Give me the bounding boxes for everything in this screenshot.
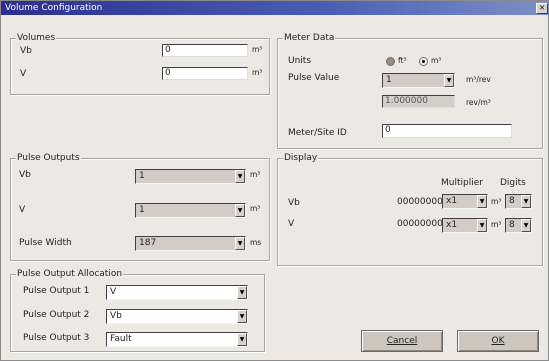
display-legend: Display — [283, 153, 319, 164]
pulse-value-label: Pulse Value — [288, 73, 340, 83]
site-id-input[interactable]: 0 — [382, 124, 512, 138]
chevron-down-icon[interactable]: ▼ — [477, 195, 487, 208]
unit-ft3-label: ft³ — [398, 56, 407, 65]
pulse-width-unit: ms — [250, 238, 262, 247]
allocation-row-2-label: Pulse Output 2 — [23, 310, 90, 320]
display-group: Display Multiplier Digits Vb 00000000 x1… — [277, 153, 543, 266]
display-v-value: 00000000 — [397, 219, 443, 229]
display-vb-unit: m³ — [491, 197, 502, 206]
unit-m3-radio[interactable] — [419, 57, 428, 66]
meter-data-legend: Meter Data — [283, 33, 336, 44]
display-v-multiplier-select[interactable]: x1 ▼ — [442, 218, 488, 233]
pulse-output-allocation-group: Pulse Output Allocation Pulse Output 1 V… — [10, 269, 265, 352]
display-vb-digits-value: 8 — [509, 196, 515, 206]
volumes-vb-unit: m³ — [252, 45, 263, 54]
chevron-down-icon[interactable]: ▼ — [235, 204, 245, 217]
volumes-v-input[interactable]: 0 — [162, 67, 248, 80]
pulse-outputs-vb-select[interactable]: 1 ▼ — [135, 169, 246, 184]
pulse-width-value: 187 — [139, 238, 157, 248]
unit-ft3-radio[interactable] — [386, 57, 395, 66]
chevron-down-icon[interactable]: ▼ — [237, 310, 247, 323]
display-v-digits-value: 8 — [509, 220, 515, 230]
meter-data-group: Meter Data Units ft³ m³ Pulse Value 1 ▼ … — [277, 33, 543, 149]
multiplier-header: Multiplier — [441, 178, 483, 188]
volumes-v-unit: m³ — [252, 68, 263, 77]
pulse-outputs-group: Pulse Outputs Vb 1 ▼ m³ V 1 ▼ m³ Pulse W… — [10, 153, 270, 261]
display-vb-label: Vb — [288, 198, 300, 208]
display-v-multiplier-value: x1 — [446, 220, 458, 230]
allocation-row-2-select[interactable]: Vb ▼ — [106, 309, 248, 324]
pulse-outputs-vb-unit: m³ — [250, 170, 261, 179]
display-vb-digits-select[interactable]: 8 ▼ — [505, 194, 532, 209]
allocation-row-1-select[interactable]: V ▼ — [106, 285, 248, 300]
allocation-row-3-label: Pulse Output 3 — [23, 333, 90, 343]
volume-configuration-dialog: Volume Configuration ✕ Volumes Vb 0 m³ V… — [0, 0, 549, 361]
display-vb-value: 00000000 — [397, 197, 443, 207]
pulse-width-label: Pulse Width — [19, 238, 72, 248]
volumes-v-label: V — [20, 69, 27, 79]
chevron-down-icon[interactable]: ▼ — [521, 219, 531, 232]
ok-button-label: OK — [491, 336, 505, 346]
window-title: Volume Configuration — [5, 3, 103, 13]
ok-button[interactable]: OK — [457, 330, 539, 352]
allocation-row-3-value: Fault — [110, 334, 132, 344]
cancel-button-label: Cancel — [386, 336, 418, 346]
close-icon[interactable]: ✕ — [536, 3, 548, 14]
allocation-row-1-label: Pulse Output 1 — [23, 286, 90, 296]
allocation-row-2-value: Vb — [110, 311, 122, 321]
volumes-vb-input[interactable]: 0 — [162, 44, 248, 57]
pulse-outputs-v-unit: m³ — [250, 204, 261, 213]
rev-unit: rev/m³ — [466, 98, 491, 107]
title-bar: Volume Configuration ✕ — [1, 1, 549, 15]
units-label: Units — [288, 56, 312, 66]
allocation-legend: Pulse Output Allocation — [16, 269, 124, 280]
allocation-row-3-select[interactable]: Fault ▼ — [106, 332, 248, 347]
volumes-vb-label: Vb — [20, 46, 32, 56]
pulse-outputs-v-label: V — [19, 205, 26, 215]
chevron-down-icon[interactable]: ▼ — [235, 237, 245, 250]
pulse-value-unit: m³/rev — [466, 75, 491, 84]
rev-per-m3-field: 1.000000 — [382, 95, 455, 108]
display-vb-multiplier-value: x1 — [446, 196, 458, 206]
pulse-outputs-v-select[interactable]: 1 ▼ — [135, 203, 246, 218]
chevron-down-icon[interactable]: ▼ — [237, 333, 247, 346]
chevron-down-icon[interactable]: ▼ — [237, 286, 247, 299]
chevron-down-icon[interactable]: ▼ — [444, 74, 454, 87]
display-v-label: V — [288, 219, 295, 229]
display-v-digits-select[interactable]: 8 ▼ — [505, 218, 532, 233]
display-v-unit: m³ — [491, 220, 502, 229]
pulse-outputs-v-value: 1 — [139, 205, 145, 215]
chevron-down-icon[interactable]: ▼ — [235, 170, 245, 183]
pulse-value-select[interactable]: 1 ▼ — [382, 73, 455, 88]
chevron-down-icon[interactable]: ▼ — [477, 219, 487, 232]
cancel-button[interactable]: Cancel — [361, 330, 443, 352]
unit-m3-label: m³ — [431, 56, 442, 65]
pulse-width-select[interactable]: 187 ▼ — [135, 236, 246, 251]
volumes-group: Volumes Vb 0 m³ V 0 m³ — [10, 33, 270, 95]
pulse-outputs-vb-label: Vb — [19, 170, 31, 180]
pulse-outputs-legend: Pulse Outputs — [16, 153, 81, 164]
site-id-label: Meter/Site ID — [288, 128, 347, 138]
chevron-down-icon[interactable]: ▼ — [521, 195, 531, 208]
digits-header: Digits — [500, 178, 526, 188]
volumes-legend: Volumes — [16, 33, 57, 44]
display-vb-multiplier-select[interactable]: x1 ▼ — [442, 194, 488, 209]
pulse-value-value: 1 — [386, 75, 392, 85]
allocation-row-1-value: V — [110, 287, 117, 297]
pulse-outputs-vb-value: 1 — [139, 171, 145, 181]
